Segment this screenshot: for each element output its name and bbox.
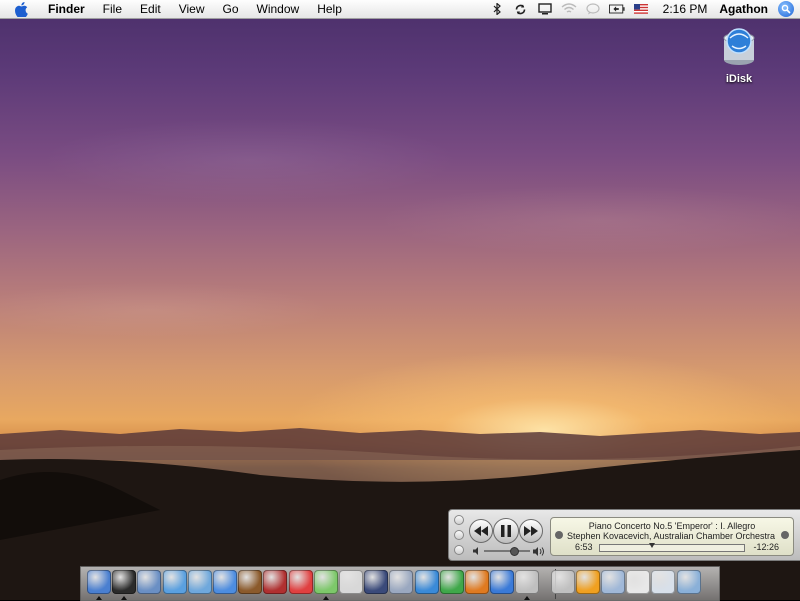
remaining-time: -12:26 xyxy=(753,542,779,552)
sync-icon[interactable] xyxy=(513,2,529,16)
display-icon[interactable] xyxy=(537,2,553,16)
dock xyxy=(80,566,720,601)
window-controls xyxy=(454,515,464,560)
menu-view[interactable]: View xyxy=(170,0,214,18)
wifi-icon[interactable] xyxy=(561,2,577,16)
desktop-icon-label: iDisk xyxy=(725,73,753,85)
desktop-icon-idisk[interactable]: iDisk xyxy=(716,24,762,85)
running-indicator xyxy=(322,596,329,600)
minimize-button[interactable] xyxy=(454,530,464,540)
desktop-clouds xyxy=(0,20,800,420)
elapsed-time: 6:53 xyxy=(575,542,593,552)
preview-icon[interactable] xyxy=(339,570,363,594)
menu-help[interactable]: Help xyxy=(308,0,351,18)
progress-thumb[interactable] xyxy=(648,543,655,548)
home-folder-icon[interactable] xyxy=(575,570,600,594)
trash-icon[interactable] xyxy=(676,570,701,594)
system-preferences-icon[interactable] xyxy=(515,570,540,594)
rewind-icon xyxy=(474,526,488,536)
xcode-icon[interactable] xyxy=(364,570,389,594)
idisk-icon xyxy=(723,28,755,65)
menu-app-name[interactable]: Finder xyxy=(39,0,94,18)
documents-icon[interactable] xyxy=(626,570,651,594)
volume-thumb[interactable] xyxy=(509,547,519,556)
display-mode-right-icon[interactable] xyxy=(781,531,789,539)
battery-icon[interactable] xyxy=(608,2,625,16)
volume-slider[interactable] xyxy=(473,547,545,556)
menu-extras: 2:16 PM Agathon xyxy=(485,0,800,18)
play-pause-button[interactable] xyxy=(493,518,519,544)
finder-icon[interactable] xyxy=(87,570,111,594)
apple-menu-icon[interactable] xyxy=(13,1,29,17)
mail-icon[interactable] xyxy=(137,570,162,594)
tool-icon[interactable] xyxy=(439,570,464,594)
fast-forward-icon xyxy=(524,526,538,536)
itunes-mini-player: Piano Concerto No.5 'Emperor' : I. Alleg… xyxy=(448,509,800,561)
running-indicator xyxy=(524,596,531,600)
volume-track xyxy=(484,550,530,552)
bluetooth-icon[interactable] xyxy=(489,2,505,16)
running-indicator xyxy=(121,596,128,600)
player-icon[interactable] xyxy=(465,570,489,594)
menu-edit[interactable]: Edit xyxy=(131,0,170,18)
itunes-icon[interactable] xyxy=(313,570,338,594)
dashboard-icon[interactable] xyxy=(112,570,137,594)
running-indicator xyxy=(96,596,102,600)
automator-icon[interactable] xyxy=(389,570,414,594)
applications-folder-icon[interactable] xyxy=(601,570,625,594)
dictionary-icon[interactable] xyxy=(263,570,288,594)
ichat-icon[interactable] xyxy=(585,2,601,16)
volume-low-icon xyxy=(473,547,478,555)
ical-icon[interactable] xyxy=(288,570,313,594)
menubar-clock[interactable]: 2:16 PM xyxy=(663,2,708,16)
menu-go[interactable]: Go xyxy=(214,0,248,18)
flag-us-icon[interactable] xyxy=(633,2,649,16)
menu-window[interactable]: Window xyxy=(248,0,309,18)
quicktime-icon[interactable] xyxy=(490,570,515,594)
web-page-icon[interactable] xyxy=(651,570,676,594)
next-track-button[interactable] xyxy=(519,519,543,543)
close-button[interactable] xyxy=(454,515,464,525)
progress-bar[interactable] xyxy=(599,543,745,552)
ichat-icon[interactable] xyxy=(213,570,237,594)
menu-file[interactable]: File xyxy=(94,0,131,18)
menubar-user[interactable]: Agathon xyxy=(719,2,768,16)
previous-track-button[interactable] xyxy=(469,519,493,543)
zoom-button[interactable] xyxy=(454,545,464,555)
pause-icon xyxy=(501,525,511,537)
sound-icon[interactable] xyxy=(414,570,439,594)
menu-bar: Finder File Edit View Go Window Help 2:1… xyxy=(0,0,800,19)
address-book-icon[interactable] xyxy=(238,570,263,594)
volume-high-icon xyxy=(533,547,544,556)
track-title: Piano Concerto No.5 'Emperor' : I. Alleg… xyxy=(588,521,756,531)
spotlight-icon[interactable] xyxy=(778,1,794,17)
network-icon[interactable] xyxy=(187,570,212,594)
track-artist: Stephen Kovacevich, Australian Chamber O… xyxy=(566,531,776,541)
x11-icon[interactable] xyxy=(550,570,575,594)
safari-icon[interactable] xyxy=(162,570,187,594)
now-playing-display[interactable]: Piano Concerto No.5 'Emperor' : I. Alleg… xyxy=(550,517,794,556)
